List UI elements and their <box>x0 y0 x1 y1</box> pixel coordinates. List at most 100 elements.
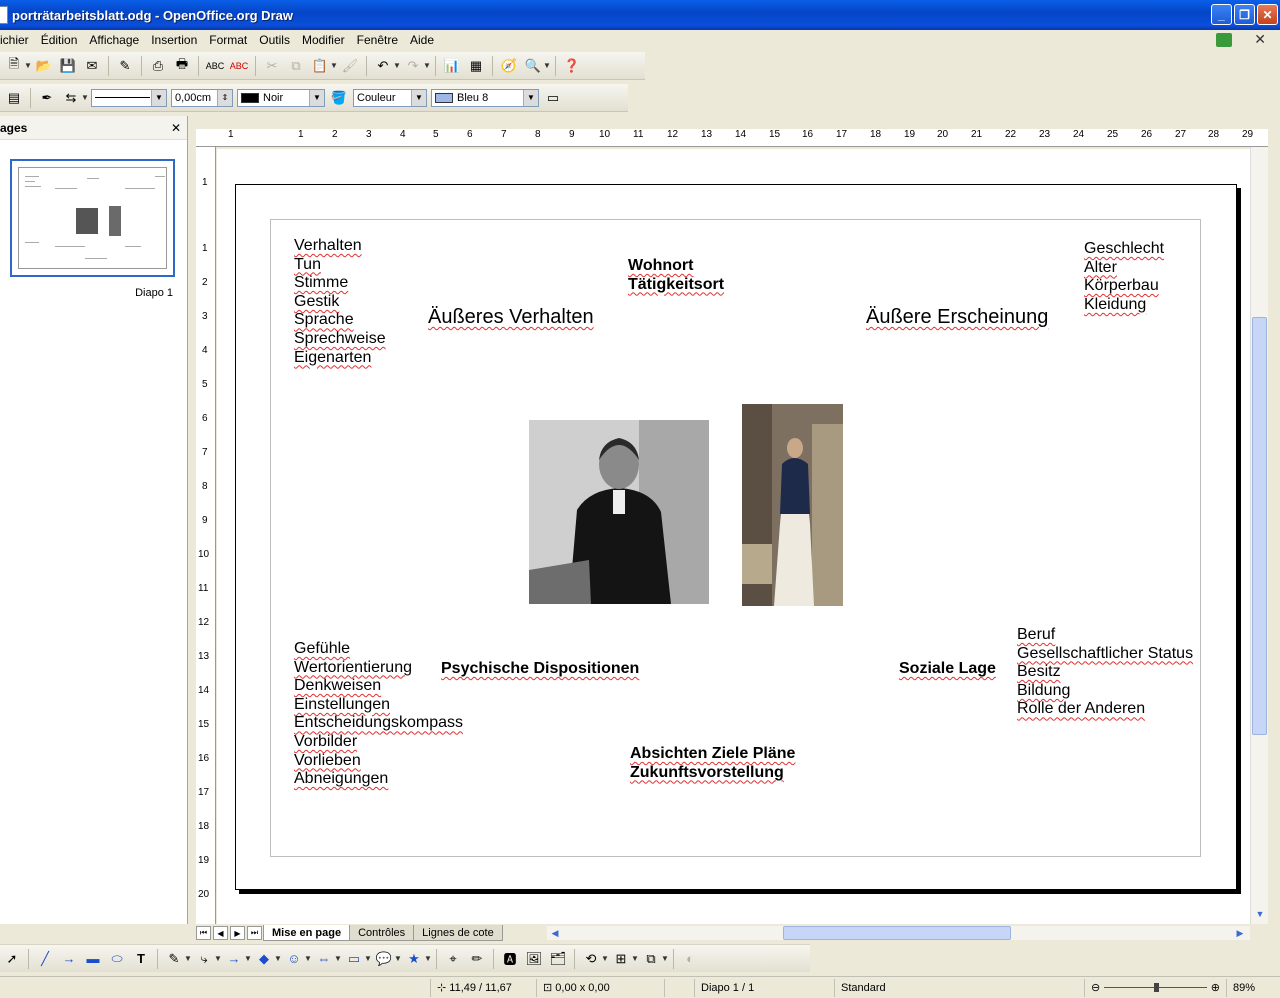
scroll-right-icon[interactable]: ▶ <box>1232 925 1248 941</box>
zoom-icon[interactable]: 🔍 <box>522 55 544 77</box>
shadow-icon[interactable]: ▭ <box>542 87 564 109</box>
menu-affichage[interactable]: Affichage <box>83 30 145 50</box>
menu-modifier[interactable]: Modifier <box>296 30 351 50</box>
chevron-down-icon[interactable]: ▼ <box>631 954 639 963</box>
chevron-down-icon[interactable]: ▼ <box>423 61 431 70</box>
portrait-photo-man-suit[interactable] <box>529 420 709 604</box>
menu-fichier[interactable]: ichier <box>0 30 35 50</box>
gefuehle-list[interactable]: Gefühle Wertorientierung Denkweisen Eins… <box>294 640 463 789</box>
heading-ausseres-verhalten[interactable]: Äußeres Verhalten <box>428 307 594 327</box>
gallery-icon[interactable]: 🗂 <box>547 948 569 970</box>
cut-icon[interactable]: ✂ <box>261 55 283 77</box>
text-tool-icon[interactable]: T <box>130 948 152 970</box>
menu-insertion[interactable]: Insertion <box>145 30 203 50</box>
document-close-icon[interactable]: ✕ <box>1254 31 1266 48</box>
arrow-style-icon[interactable]: ⇆ <box>60 87 82 109</box>
spreadsheet-icon[interactable]: ▦ <box>465 55 487 77</box>
basic-shapes-icon[interactable]: ◆ <box>253 948 275 970</box>
connector-icon[interactable]: ⤷ <box>193 948 215 970</box>
menu-edition[interactable]: Édition <box>35 30 84 50</box>
minimize-button[interactable]: _ <box>1211 4 1232 25</box>
absichten-textbox[interactable]: Absichten Ziele Pläne Zukunftsvorstellun… <box>630 745 795 782</box>
wohnort-textbox[interactable]: Wohnort Tätigkeitsort <box>628 257 724 294</box>
horizontal-scroll-thumb[interactable] <box>783 926 1011 940</box>
tab-lignes-de-cote[interactable]: Lignes de cote <box>413 925 503 941</box>
ellipse-icon[interactable]: ⬭ <box>106 948 128 970</box>
sozial-list[interactable]: Beruf Gesellschaftlicher Status Besitz B… <box>1017 626 1193 719</box>
next-tab-icon[interactable]: ▶ <box>230 926 245 940</box>
autospellcheck-icon[interactable]: ABC <box>228 55 250 77</box>
chevron-down-icon[interactable]: ▼ <box>393 61 401 70</box>
chevron-down-icon[interactable]: ▼ <box>364 954 372 963</box>
chevron-down-icon[interactable]: ▼ <box>601 954 609 963</box>
chevron-down-icon[interactable]: ▼ <box>661 954 669 963</box>
prev-tab-icon[interactable]: ◀ <box>213 926 228 940</box>
copy-icon[interactable]: ⧉ <box>285 55 307 77</box>
lines-arrows-icon[interactable]: → <box>223 948 245 970</box>
styles-icon[interactable]: ▤ <box>3 87 25 109</box>
panel-close-icon[interactable]: ✕ <box>171 121 181 135</box>
first-tab-icon[interactable]: ⏮ <box>196 926 211 940</box>
vertical-scrollbar[interactable]: ▼ <box>1250 147 1268 924</box>
chevron-down-icon[interactable]: ▼ <box>543 61 551 70</box>
stars-icon[interactable]: ★ <box>403 948 425 970</box>
close-button[interactable]: ✕ <box>1257 4 1278 25</box>
verhalten-list[interactable]: Verhalten Tun Stimme Gestik Sprache Spre… <box>294 237 386 367</box>
panel-splitter[interactable] <box>188 116 194 924</box>
chevron-down-icon[interactable]: ▼ <box>330 61 338 70</box>
points-icon[interactable]: ⌖ <box>442 948 464 970</box>
arrange-icon[interactable]: ⧉ <box>640 948 662 970</box>
zoom-slider[interactable]: ⊖ ⊕ <box>1084 978 1226 997</box>
symbol-shapes-icon[interactable]: ☺ <box>283 948 305 970</box>
rectangle-icon[interactable]: ▬ <box>82 948 104 970</box>
redo-icon[interactable]: ↷ <box>402 55 424 77</box>
edit-file-icon[interactable]: ✎ <box>114 55 136 77</box>
print-icon[interactable]: 🖶 <box>171 55 193 77</box>
menu-aide[interactable]: Aide <box>404 30 440 50</box>
zoom-track[interactable] <box>1104 983 1207 992</box>
rotate-icon[interactable]: ⟲ <box>580 948 602 970</box>
scroll-down-icon[interactable]: ▼ <box>1252 906 1268 922</box>
area-style-select[interactable]: Couleur ▼ <box>353 88 427 107</box>
chevron-down-icon[interactable]: ▼ <box>304 954 312 963</box>
chevron-down-icon[interactable]: ▼ <box>184 954 192 963</box>
clone-formatting-icon[interactable]: 🖌 <box>339 55 361 77</box>
zoom-in-icon[interactable]: ⊕ <box>1211 979 1220 997</box>
callouts-icon[interactable]: 💬 <box>373 948 395 970</box>
select-arrow-icon[interactable]: ➚ <box>1 948 23 970</box>
menu-format[interactable]: Format <box>203 30 253 50</box>
fontwork-icon[interactable]: 🅰 <box>499 948 521 970</box>
maximize-button[interactable]: ❐ <box>1234 4 1255 25</box>
chevron-down-icon[interactable]: ▼ <box>274 954 282 963</box>
line-color-select[interactable]: Noir ▼ <box>237 88 325 107</box>
heading-psychische-dispositionen[interactable]: Psychische Dispositionen <box>441 660 639 679</box>
vertical-scroll-thumb[interactable] <box>1252 317 1267 735</box>
extrusion-icon[interactable]: ◐ <box>679 948 701 970</box>
chevron-down-icon[interactable]: ▼ <box>394 954 402 963</box>
scroll-left-icon[interactable]: ◀ <box>547 925 563 941</box>
horizontal-ruler[interactable]: 1 1 2 3 4 5 6 7 8 9 10 11 12 13 14 15 16… <box>196 129 1268 147</box>
line-width-field[interactable]: 0,00cm ⇕ <box>171 88 233 107</box>
heading-aussere-erscheinung[interactable]: Äußere Erscheinung <box>866 307 1048 327</box>
export-pdf-icon[interactable]: ⎙ <box>147 55 169 77</box>
menu-outils[interactable]: Outils <box>253 30 296 50</box>
chevron-down-icon[interactable]: ▼ <box>244 954 252 963</box>
drawing-canvas[interactable]: Verhalten Tun Stimme Gestik Sprache Spre… <box>217 149 1250 924</box>
save-icon[interactable]: 💾 <box>57 55 79 77</box>
paste-icon[interactable]: 📋 <box>309 55 331 77</box>
curve-icon[interactable]: ✎ <box>163 948 185 970</box>
tab-controles[interactable]: Contrôles <box>349 925 415 941</box>
chevron-down-icon[interactable]: ▼ <box>81 93 89 102</box>
erscheinung-list[interactable]: Geschlecht Alter Körperbau Kleidung <box>1084 240 1164 314</box>
update-icon[interactable] <box>1216 32 1233 47</box>
line-style-select[interactable]: ▼ <box>91 88 167 107</box>
vertical-ruler[interactable]: 1 1 2 3 4 5 6 7 8 9 10 11 12 13 14 15 16… <box>196 147 216 924</box>
slide-thumbnail[interactable] <box>10 159 175 277</box>
align-icon[interactable]: ⊞ <box>610 948 632 970</box>
tab-mise-en-page[interactable]: Mise en page <box>263 925 351 941</box>
area-color-select[interactable]: Bleu 8 ▼ <box>431 88 539 107</box>
spellcheck-icon[interactable]: ABC <box>204 55 226 77</box>
chart-icon[interactable]: 📊 <box>441 55 463 77</box>
glue-points-icon[interactable]: ✏ <box>466 948 488 970</box>
chevron-down-icon[interactable]: ▼ <box>424 954 432 963</box>
